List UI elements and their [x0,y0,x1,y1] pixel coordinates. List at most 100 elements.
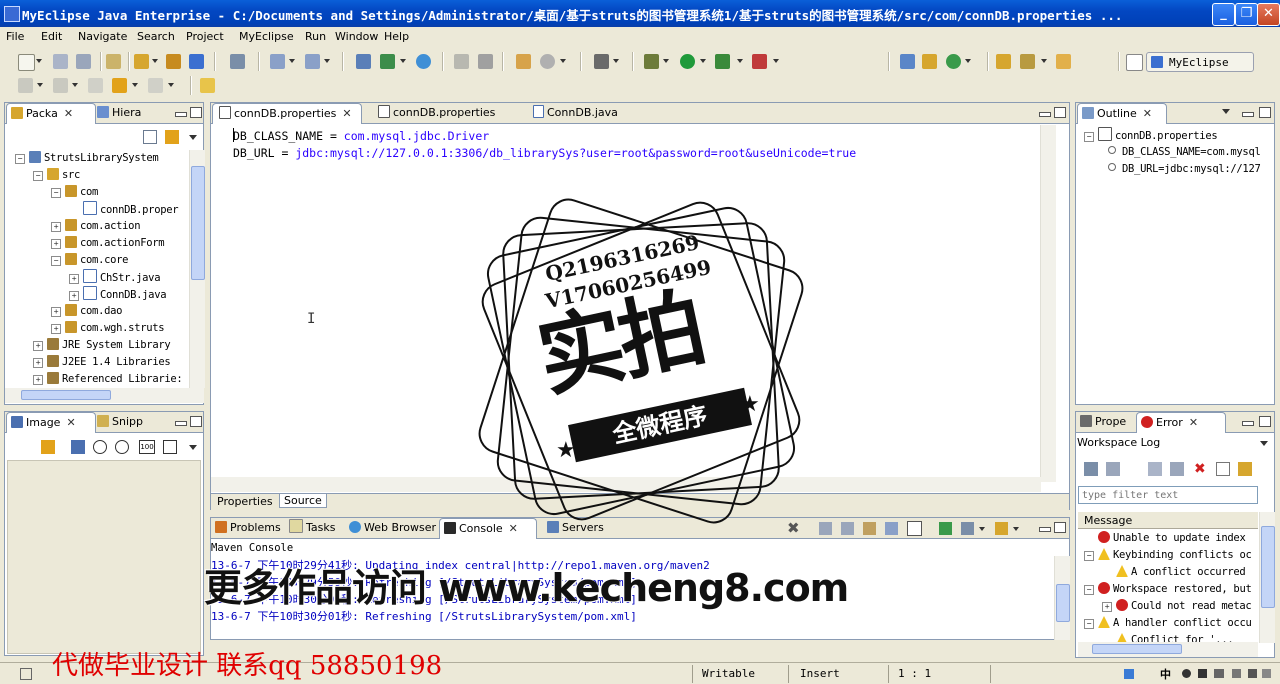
terminate-icon[interactable]: ✖ [787,519,800,537]
clear-log-icon[interactable] [1148,462,1162,476]
menu-navigate[interactable]: Navigate [78,30,127,43]
menu-window[interactable]: Window [335,30,378,43]
log-entry[interactable]: Unable to update index [1084,530,1246,547]
open-resource-icon[interactable] [996,54,1011,69]
more-icon[interactable] [1262,669,1271,678]
wizard-icon[interactable] [270,54,285,69]
tree-item[interactable]: − StrutsLibrarySystem [15,150,159,167]
collapse-icon[interactable]: − [15,154,25,164]
tab-web-browser[interactable]: Web Browser [349,518,436,538]
tree-item[interactable]: − com.core [51,252,128,269]
minimize-button[interactable]: _ [1212,3,1235,26]
globe-icon[interactable] [416,54,431,69]
deploy-icon[interactable] [189,54,204,69]
tab-connDB-properties-active[interactable]: connDB.properties ✕ [212,103,362,124]
clear-console-icon[interactable] [907,521,922,536]
collapse-icon[interactable]: − [33,171,43,181]
run-external-icon[interactable] [715,54,730,69]
keyboard-icon[interactable] [1214,669,1224,678]
scrollbar-thumb[interactable] [1056,584,1070,622]
fast-view-icon[interactable] [20,668,32,680]
editor-vertical-scrollbar[interactable] [1040,125,1056,482]
tree-vertical-scrollbar[interactable] [189,150,205,388]
minimize-view-icon[interactable] [175,112,187,117]
tab-image[interactable]: Image ✕ [6,412,96,433]
collapse-all-icon[interactable] [143,130,157,144]
filter-input[interactable] [1078,486,1258,504]
zoom-in-icon[interactable] [115,440,129,454]
minimize-view-icon[interactable] [175,421,187,426]
close-icon[interactable]: ✕ [1143,107,1152,120]
pin-console-icon[interactable] [939,522,952,535]
collapse-icon[interactable]: − [1084,551,1094,561]
tree-item[interactable]: + com.actionForm [51,235,165,252]
run-icon[interactable] [680,54,695,69]
fit-image-icon[interactable] [71,440,85,454]
server-icon[interactable] [230,54,245,69]
perspective-button[interactable]: MyEclipse ... [1146,52,1254,82]
chevron-down-icon[interactable] [324,59,330,63]
print-icon[interactable] [76,54,91,69]
tab-package-explorer[interactable]: Packa ✕ [6,103,96,124]
minimize-view-icon[interactable] [1242,421,1254,426]
actual-size-icon[interactable]: 100 [139,440,155,454]
maximize-view-icon[interactable] [190,416,202,427]
scrollbar-thumb[interactable] [1092,644,1182,654]
minimize-view-icon[interactable] [1039,527,1051,532]
remove-launch-icon[interactable] [819,522,832,535]
collapse-icon[interactable]: − [51,256,61,266]
minimize-view-icon[interactable] [1039,112,1051,117]
chevron-down-icon[interactable] [1013,527,1019,531]
chevron-down-icon[interactable] [132,83,138,87]
log-entry[interactable]: A conflict occurred [1102,564,1246,581]
maximize-view-icon[interactable] [1054,107,1066,118]
menu-search[interactable]: Search [137,30,175,43]
maximize-view-icon[interactable] [1054,522,1066,533]
tab-servers[interactable]: Servers [547,518,604,538]
scrollbar-thumb[interactable] [191,166,205,280]
tree-item[interactable]: − src [33,167,80,184]
maximize-button[interactable]: ❐ [1235,3,1258,26]
display-console-icon[interactable] [961,522,974,535]
tab-connDB-properties[interactable]: connDB.properties [364,103,495,123]
log-horizontal-scrollbar[interactable] [1078,642,1258,657]
close-icon[interactable]: ✕ [66,416,75,429]
message-column-header[interactable]: Message [1078,512,1258,529]
link-editor-icon[interactable] [165,130,179,144]
menu-edit[interactable]: Edit [41,30,62,43]
tab-ConnDB-java[interactable]: ConnDB.java [533,103,618,123]
chevron-down-icon[interactable] [1041,59,1047,63]
log-entry[interactable]: − A handler conflict occu [1084,615,1252,632]
chevron-down-icon[interactable] [36,59,42,63]
view-menu-icon[interactable] [1260,441,1268,446]
outline-item[interactable]: DB_CLASS_NAME=com.mysql [1104,144,1261,161]
tree-item[interactable]: + JRE System Library [33,337,171,354]
last-edit-icon[interactable] [88,78,103,93]
tab-tasks[interactable]: Tasks [289,518,335,538]
pin-icon[interactable] [1020,54,1035,69]
log-entry[interactable]: − Keybinding conflicts oc [1084,547,1252,564]
maximize-view-icon[interactable] [190,107,202,118]
chevron-down-icon[interactable] [37,83,43,87]
next-annotation-icon[interactable] [53,78,68,93]
new-icon[interactable] [18,54,35,71]
tool-icon[interactable] [1248,669,1257,678]
console-vertical-scrollbar[interactable] [1054,556,1070,640]
expand-icon[interactable]: + [51,222,61,232]
save-icon[interactable] [53,54,68,69]
view-menu-icon[interactable] [189,135,197,140]
collapse-icon[interactable]: − [1084,585,1094,595]
scroll-lock-icon[interactable] [863,522,876,535]
menu-file[interactable]: File [6,30,24,43]
web-app-icon[interactable] [356,54,371,69]
tree-item[interactable]: connDB.proper [69,201,179,218]
log-vertical-scrollbar[interactable] [1259,512,1275,643]
package-icon[interactable] [134,54,149,69]
tree-item[interactable]: + Referenced Librarie: [33,371,183,388]
expand-icon[interactable]: + [1102,602,1112,612]
tree-item[interactable]: + com.dao [51,303,122,320]
menu-run[interactable]: Run [305,30,326,43]
close-icon[interactable]: ✕ [1189,416,1198,429]
chevron-down-icon[interactable] [965,59,971,63]
outline-item[interactable]: DB_URL=jdbc:mysql://127 [1104,161,1261,178]
